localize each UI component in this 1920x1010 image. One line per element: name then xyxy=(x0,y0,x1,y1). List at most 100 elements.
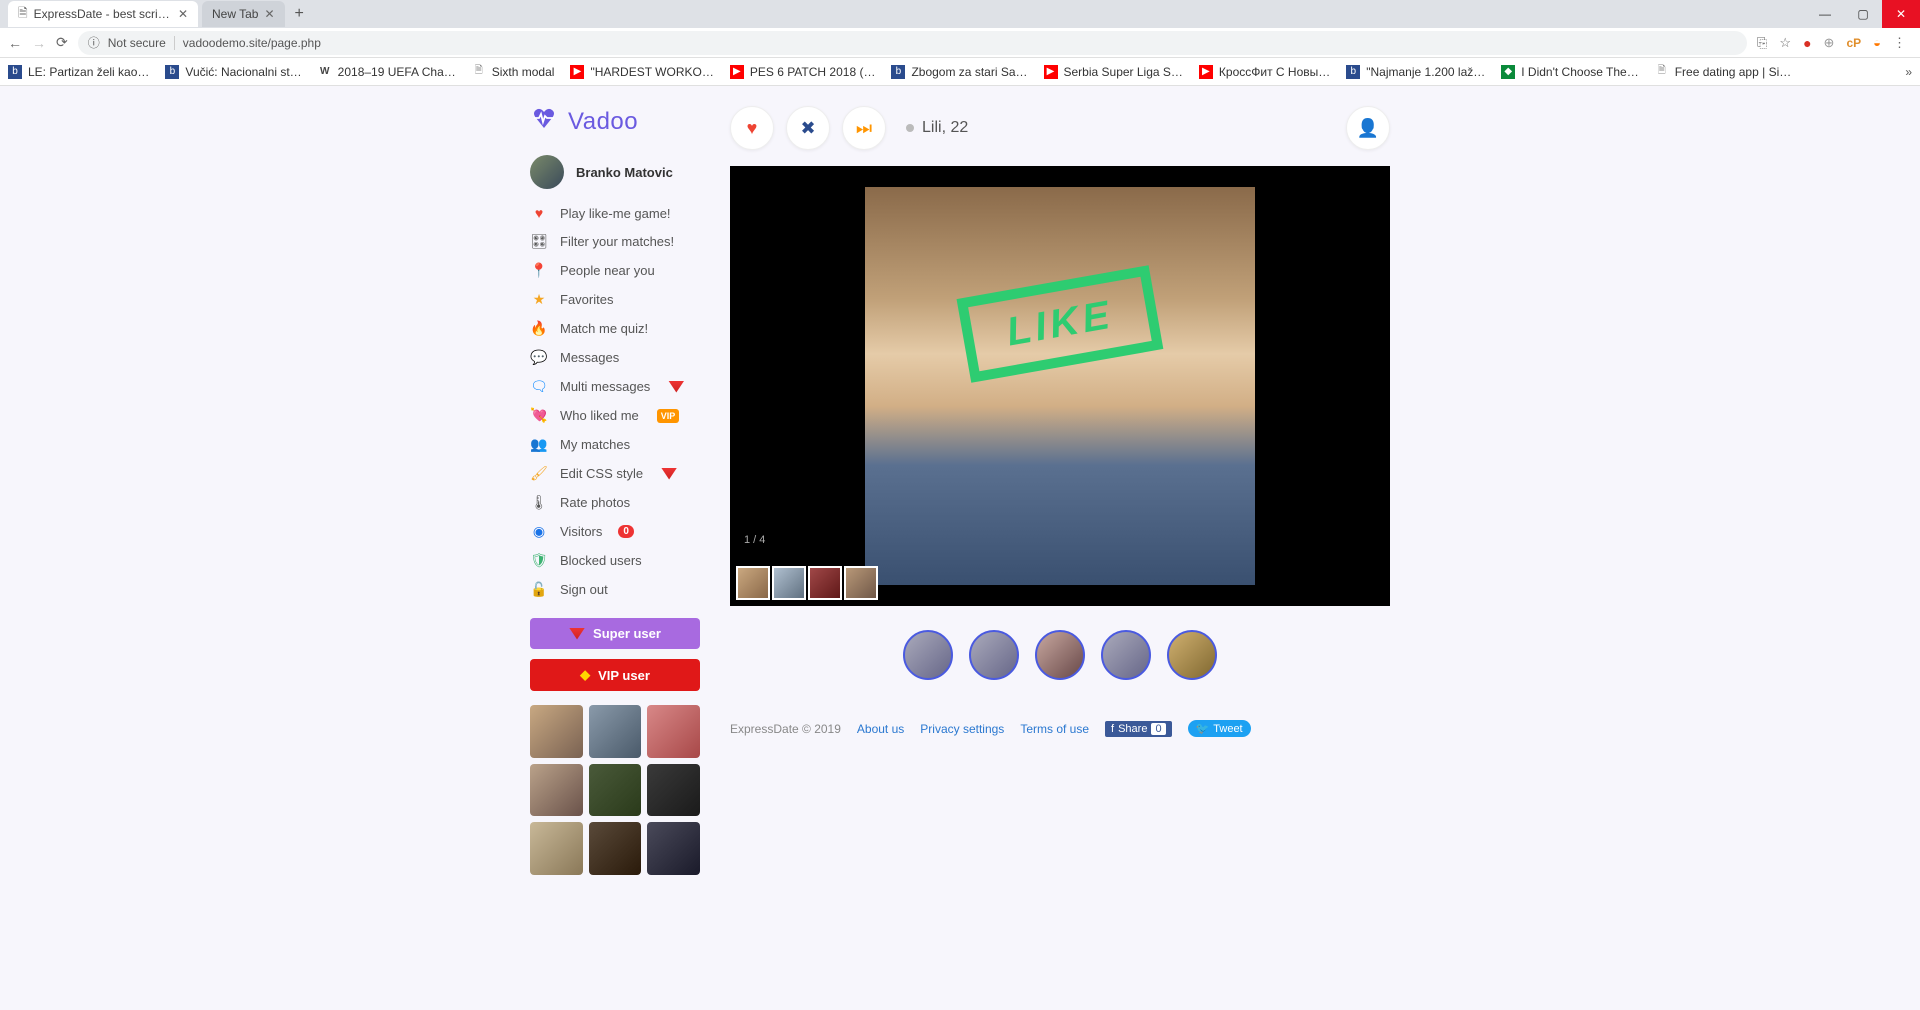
sidebar-item-favorites[interactable]: ★Favorites xyxy=(530,291,700,308)
sidebar-item-play[interactable]: ♥Play like-me game! xyxy=(530,205,700,221)
match-avatar[interactable] xyxy=(1101,630,1151,680)
bookmark[interactable]: b"Najmanje 1.200 laž… xyxy=(1346,65,1485,79)
skip-button[interactable]: ⏭ xyxy=(842,106,886,150)
tweet-button[interactable]: 🐦 Tweet xyxy=(1188,720,1251,737)
address-bar: ← → ⟳ ⓘ Not secure vadoodemo.site/page.p… xyxy=(0,28,1920,58)
user-thumb[interactable] xyxy=(530,705,583,758)
sidebar-item-liked-me[interactable]: 💘Who liked meVIP xyxy=(530,407,700,424)
browser-tab-active[interactable]: 🗎 ExpressDate - best script for mak ✕ xyxy=(8,1,198,27)
vip-badge: VIP xyxy=(657,409,680,423)
yt-icon: ▶ xyxy=(730,65,744,79)
photo-thumb[interactable] xyxy=(808,566,842,600)
cpanel-icon[interactable]: cP xyxy=(1846,36,1861,50)
user-thumb[interactable] xyxy=(589,822,642,875)
sidebar-item-visitors[interactable]: ◉Visitors0 xyxy=(530,523,700,540)
footer-link-privacy[interactable]: Privacy settings xyxy=(920,722,1004,736)
match-avatar[interactable] xyxy=(1167,630,1217,680)
fb-share-button[interactable]: f Share 0 xyxy=(1105,721,1172,737)
avatar xyxy=(530,155,564,189)
close-icon[interactable]: ✕ xyxy=(178,7,188,21)
user-thumb[interactable] xyxy=(647,764,700,817)
user-thumb[interactable] xyxy=(647,822,700,875)
user-row[interactable]: Branko Matovic xyxy=(530,155,700,189)
logo[interactable]: Vadoo xyxy=(530,106,700,137)
reload-button[interactable]: ⟳ xyxy=(56,34,68,51)
avast-icon[interactable]: ◒ xyxy=(1873,35,1881,50)
close-window-button[interactable]: ✕ xyxy=(1882,0,1920,28)
globe-icon[interactable]: ⊕ xyxy=(1824,35,1835,51)
heart-icon: ♥ xyxy=(530,205,548,221)
messenger-icon: 💬 xyxy=(530,349,548,366)
bookmark[interactable]: ▶Serbia Super Liga S… xyxy=(1044,65,1183,79)
footer-link-terms[interactable]: Terms of use xyxy=(1020,722,1089,736)
sidebar-item-quiz[interactable]: 🔥Match me quiz! xyxy=(530,320,700,337)
photo-frame[interactable]: LIKE 1 / 4 xyxy=(730,166,1390,606)
match-avatar[interactable] xyxy=(1035,630,1085,680)
maximize-button[interactable]: ▢ xyxy=(1844,0,1882,28)
photo-thumb[interactable] xyxy=(844,566,878,600)
bookmark[interactable]: 🗎Sixth modal xyxy=(472,65,555,79)
photo-thumb[interactable] xyxy=(736,566,770,600)
sidebar-item-filter[interactable]: 🎛Filter your matches! xyxy=(530,233,700,250)
superman-icon xyxy=(661,468,677,480)
photo-thumb[interactable] xyxy=(772,566,806,600)
footer-link-about[interactable]: About us xyxy=(857,722,904,736)
pin-icon: 📍 xyxy=(530,262,548,279)
minimize-button[interactable]: — xyxy=(1806,0,1844,28)
user-thumb[interactable] xyxy=(530,764,583,817)
bookmark[interactable]: ▶PES 6 PATCH 2018 (… xyxy=(730,65,876,79)
sidebar-item-near[interactable]: 📍People near you xyxy=(530,262,700,279)
like-button[interactable]: ♥ xyxy=(730,106,774,150)
match-avatar[interactable] xyxy=(969,630,1019,680)
bookmark[interactable]: ◆I Didn't Choose The… xyxy=(1501,65,1638,79)
bookmark[interactable]: 🗎Free dating app | Si… xyxy=(1655,65,1792,79)
sidebar-item-messages[interactable]: 💬Messages xyxy=(530,349,700,366)
sidebar-nav: ♥Play like-me game! 🎛Filter your matches… xyxy=(530,205,700,598)
sidebar-item-multi-messages[interactable]: 🗨Multi messages xyxy=(530,378,700,395)
eye-icon: ◉ xyxy=(530,523,548,540)
alert-icon[interactable]: ● xyxy=(1803,35,1811,51)
user-thumb[interactable] xyxy=(530,822,583,875)
sidebar-item-rate-photos[interactable]: 🌡Rate photos xyxy=(530,494,700,511)
url-input[interactable]: ⓘ Not secure vadoodemo.site/page.php xyxy=(78,31,1747,55)
bookmark[interactable]: bLE: Partizan želi kao… xyxy=(8,65,149,79)
vip-user-button[interactable]: ◆VIP user xyxy=(530,659,700,691)
user-thumb[interactable] xyxy=(647,705,700,758)
translate-icon[interactable]: ⎘ xyxy=(1757,35,1767,51)
bookmark[interactable]: ▶"HARDEST WORKO… xyxy=(570,65,713,79)
bookmarks-more[interactable]: » xyxy=(1905,65,1912,79)
wiki-icon: W xyxy=(318,65,332,79)
photo-counter: 1 / 4 xyxy=(744,534,765,546)
user-thumb[interactable] xyxy=(589,764,642,817)
back-button[interactable]: ← xyxy=(8,35,22,51)
star-icon[interactable]: ☆ xyxy=(1779,35,1791,51)
bookmark[interactable]: ▶КроссФит С Новы… xyxy=(1199,65,1330,79)
bookmark[interactable]: bZbogom za stari Sa… xyxy=(891,65,1027,79)
sidebar-item-edit-css[interactable]: 🖌Edit CSS style xyxy=(530,465,700,482)
browser-tab[interactable]: New Tab ✕ xyxy=(202,1,285,27)
profile-photo xyxy=(865,187,1255,585)
super-user-button[interactable]: Super user xyxy=(530,618,700,649)
page: Vadoo Branko Matovic ♥Play like-me game!… xyxy=(0,86,1920,1010)
logo-heartbeat-icon xyxy=(530,106,558,137)
footer: ExpressDate © 2019 About us Privacy sett… xyxy=(730,720,1390,757)
menu-icon[interactable]: ⋮ xyxy=(1893,35,1906,51)
sidebar-item-blocked[interactable]: 🛡Blocked users xyxy=(530,552,700,569)
match-avatar[interactable] xyxy=(903,630,953,680)
sidebar-item-matches[interactable]: 👥My matches xyxy=(530,436,700,453)
bookmarks-bar: bLE: Partizan želi kao… bVučić: Nacional… xyxy=(0,58,1920,86)
user-thumb[interactable] xyxy=(589,705,642,758)
bookmark[interactable]: bVučić: Nacionalni st… xyxy=(165,65,301,79)
sidebar-item-signout[interactable]: 🔓Sign out xyxy=(530,581,700,598)
forward-button[interactable]: → xyxy=(32,35,46,51)
new-tab-button[interactable]: + xyxy=(295,5,304,23)
b1-icon: b xyxy=(165,65,179,79)
nope-button[interactable]: ✖ xyxy=(786,106,830,150)
profile-button[interactable]: 👤 xyxy=(1346,106,1390,150)
sidebar-thumb-grid xyxy=(530,705,700,875)
superman-icon xyxy=(668,381,684,393)
people-icon: 👥 xyxy=(530,436,548,453)
tab-title: ExpressDate - best script for mak xyxy=(34,7,172,21)
bookmark[interactable]: W2018–19 UEFA Cha… xyxy=(318,65,456,79)
close-icon[interactable]: ✕ xyxy=(264,7,274,21)
